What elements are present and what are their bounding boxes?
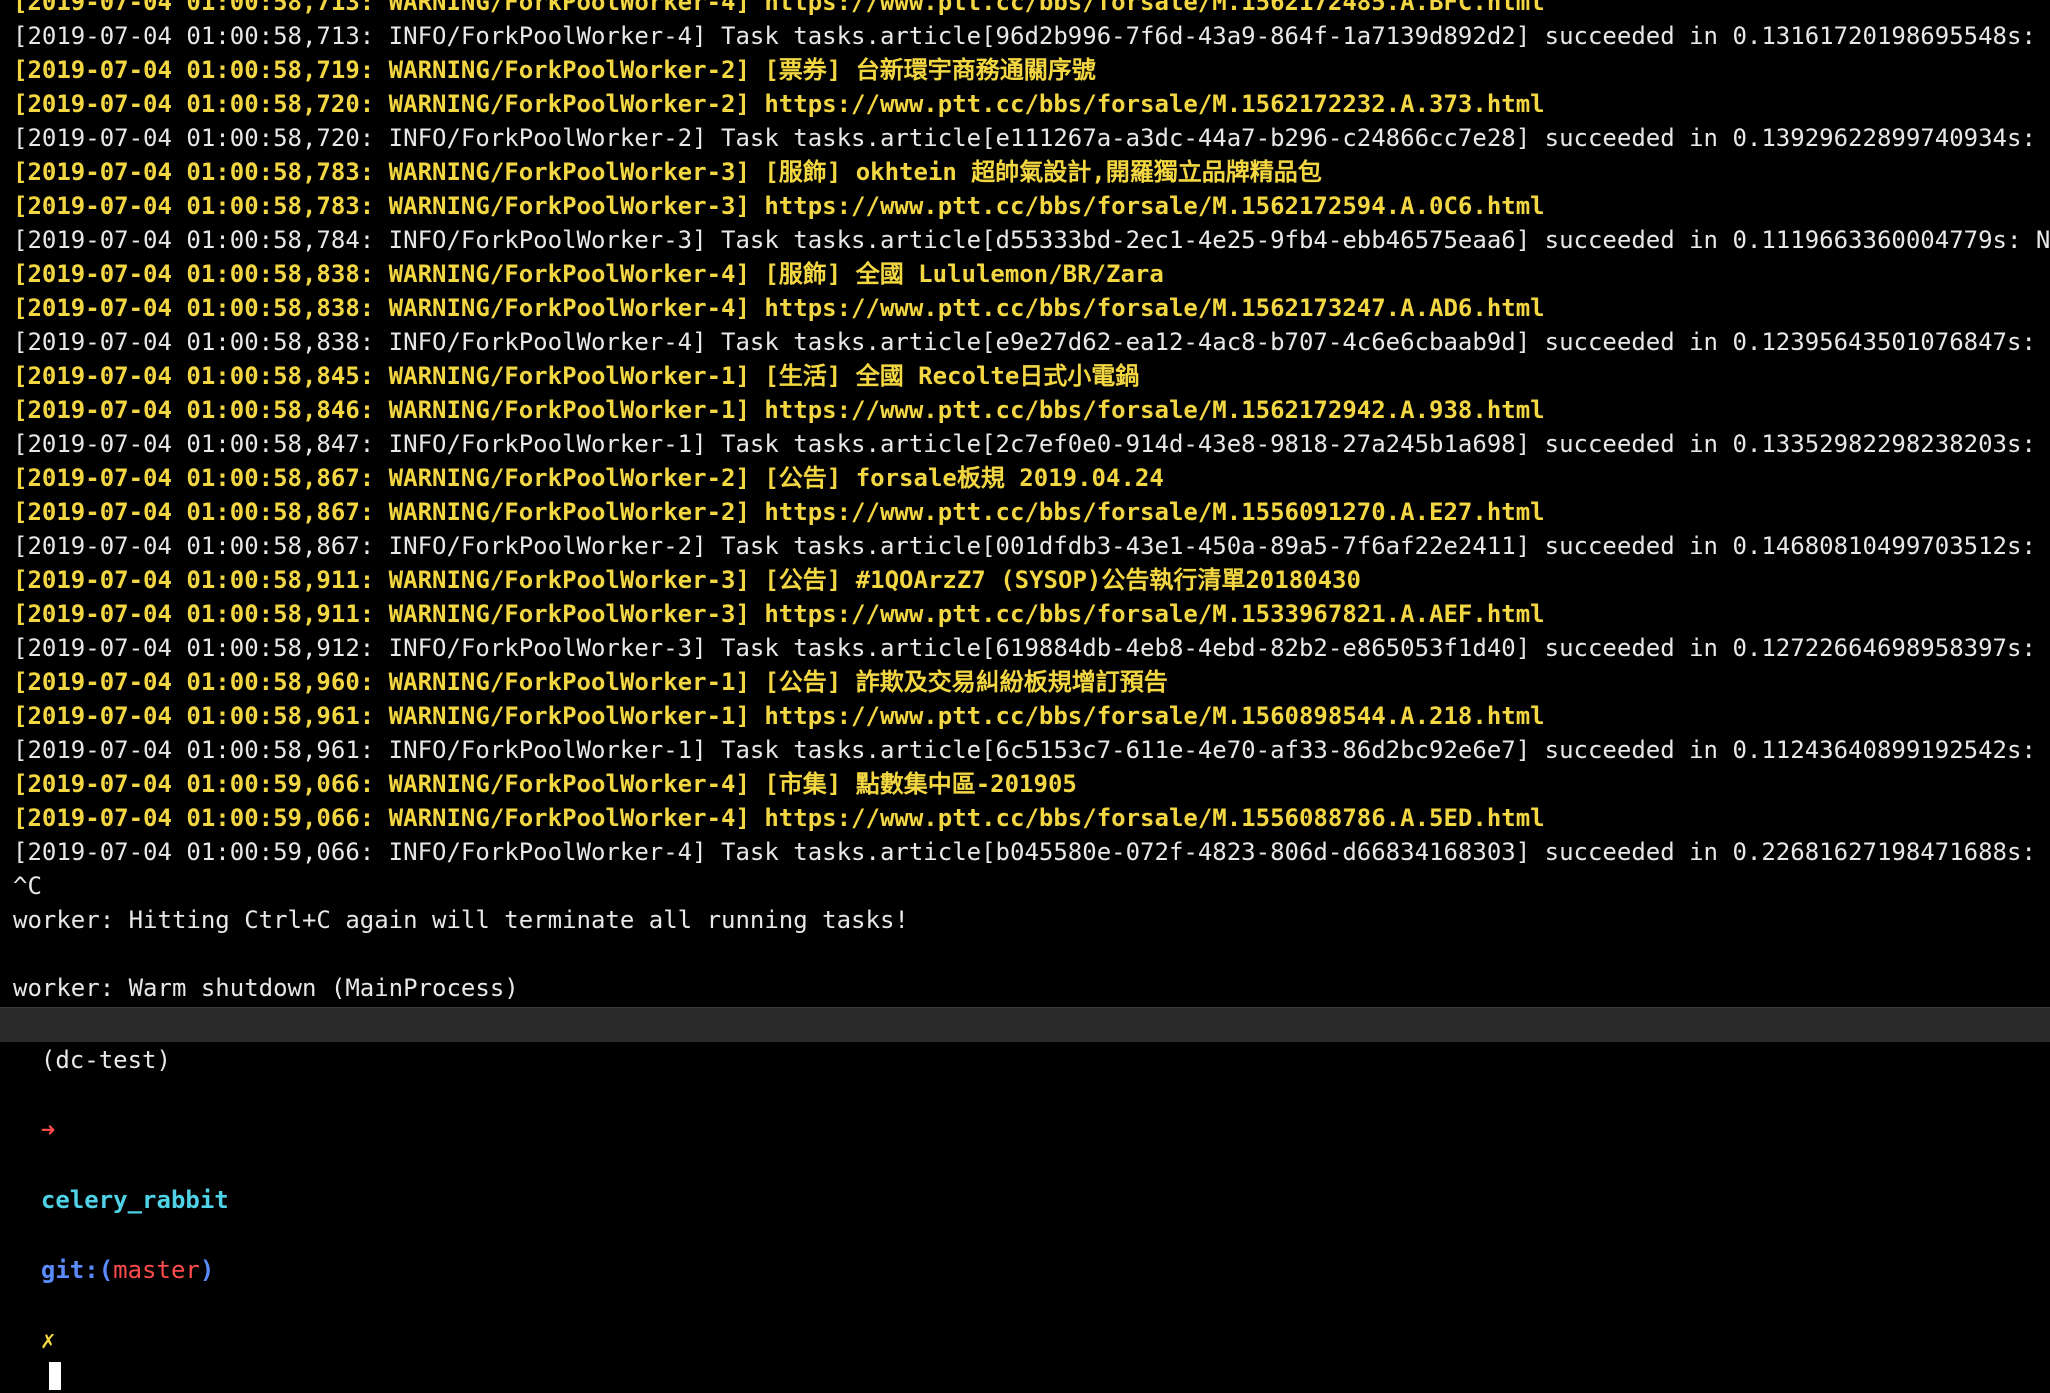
current-directory: celery_rabbit bbox=[40, 1186, 229, 1214]
log-line-plain: worker: Warm shutdown (MainProcess) bbox=[13, 974, 519, 1000]
log-line-info: [2019-07-04 01:00:58,867: INFO/ForkPoolW… bbox=[13, 532, 2050, 560]
log-lines: [2019-07-04 01:00:58,713: WARNING/ForkPo… bbox=[0, 0, 2050, 1000]
prompt-arrow-icon: ➜ bbox=[40, 1116, 56, 1144]
log-line-warning: [2019-07-04 01:00:58,961: WARNING/ForkPo… bbox=[13, 702, 1545, 730]
log-line-plain: worker: Hitting Ctrl+C again will termin… bbox=[13, 906, 909, 934]
log-line-warning: [2019-07-04 01:00:58,783: WARNING/ForkPo… bbox=[13, 192, 1545, 220]
log-line-plain bbox=[13, 937, 2050, 971]
shell-prompt[interactable]: (dc-test) ➜ celery_rabbit git:(master) ✗ bbox=[0, 1007, 2050, 1390]
git-branch: master bbox=[113, 1256, 200, 1284]
text-cursor[interactable] bbox=[48, 1362, 61, 1390]
log-line-warning: [2019-07-04 01:00:58,838: WARNING/ForkPo… bbox=[13, 294, 1545, 322]
branch-paren-close: ) bbox=[199, 1256, 215, 1284]
virtualenv-label: (dc-test) bbox=[40, 1046, 171, 1074]
log-line-warning: [2019-07-04 01:00:58,911: WARNING/ForkPo… bbox=[13, 600, 1545, 628]
log-line-info: [2019-07-04 01:00:58,912: INFO/ForkPoolW… bbox=[13, 634, 2050, 662]
log-line-info: [2019-07-04 01:00:58,838: INFO/ForkPoolW… bbox=[13, 328, 2050, 356]
log-line-warning: [2019-07-04 01:00:59,066: WARNING/ForkPo… bbox=[13, 770, 1077, 798]
log-line-info: [2019-07-04 01:00:58,720: INFO/ForkPoolW… bbox=[13, 124, 2050, 152]
log-line-warning: [2019-07-04 01:00:58,713: WARNING/ForkPo… bbox=[13, 0, 1545, 16]
log-line-warning: [2019-07-04 01:00:58,783: WARNING/ForkPo… bbox=[13, 158, 1322, 186]
log-line-warning: [2019-07-04 01:00:58,838: WARNING/ForkPo… bbox=[13, 260, 1164, 288]
log-line-info: [2019-07-04 01:00:58,961: INFO/ForkPoolW… bbox=[13, 736, 2050, 764]
dirty-marker-icon: ✗ bbox=[40, 1326, 56, 1354]
log-line-warning: [2019-07-04 01:00:58,867: WARNING/ForkPo… bbox=[13, 464, 1164, 492]
git-label: git: bbox=[40, 1256, 99, 1284]
terminal-output[interactable]: [2019-07-04 01:00:58,713: WARNING/ForkPo… bbox=[0, 0, 2050, 1000]
branch-paren-open: ( bbox=[98, 1256, 114, 1284]
log-line-warning: [2019-07-04 01:00:58,960: WARNING/ForkPo… bbox=[13, 668, 1168, 696]
log-line-warning: [2019-07-04 01:00:58,846: WARNING/ForkPo… bbox=[13, 396, 1545, 424]
log-line-info: [2019-07-04 01:00:58,713: INFO/ForkPoolW… bbox=[13, 22, 2050, 50]
log-line-info: [2019-07-04 01:00:58,784: INFO/ForkPoolW… bbox=[13, 226, 2050, 254]
log-line-info: [2019-07-04 01:00:59,066: INFO/ForkPoolW… bbox=[13, 838, 2050, 866]
log-line-warning: [2019-07-04 01:00:58,719: WARNING/ForkPo… bbox=[13, 56, 1096, 84]
log-line-warning: [2019-07-04 01:00:58,911: WARNING/ForkPo… bbox=[13, 566, 1361, 594]
log-line-warning: [2019-07-04 01:00:59,066: WARNING/ForkPo… bbox=[13, 804, 1545, 832]
log-line-plain: ^C bbox=[13, 872, 42, 900]
log-line-info: [2019-07-04 01:00:58,847: INFO/ForkPoolW… bbox=[13, 430, 2050, 458]
log-line-warning: [2019-07-04 01:00:58,845: WARNING/ForkPo… bbox=[13, 362, 1140, 390]
log-line-warning: [2019-07-04 01:00:58,867: WARNING/ForkPo… bbox=[13, 498, 1545, 526]
log-line-warning: [2019-07-04 01:00:58,720: WARNING/ForkPo… bbox=[13, 90, 1545, 118]
